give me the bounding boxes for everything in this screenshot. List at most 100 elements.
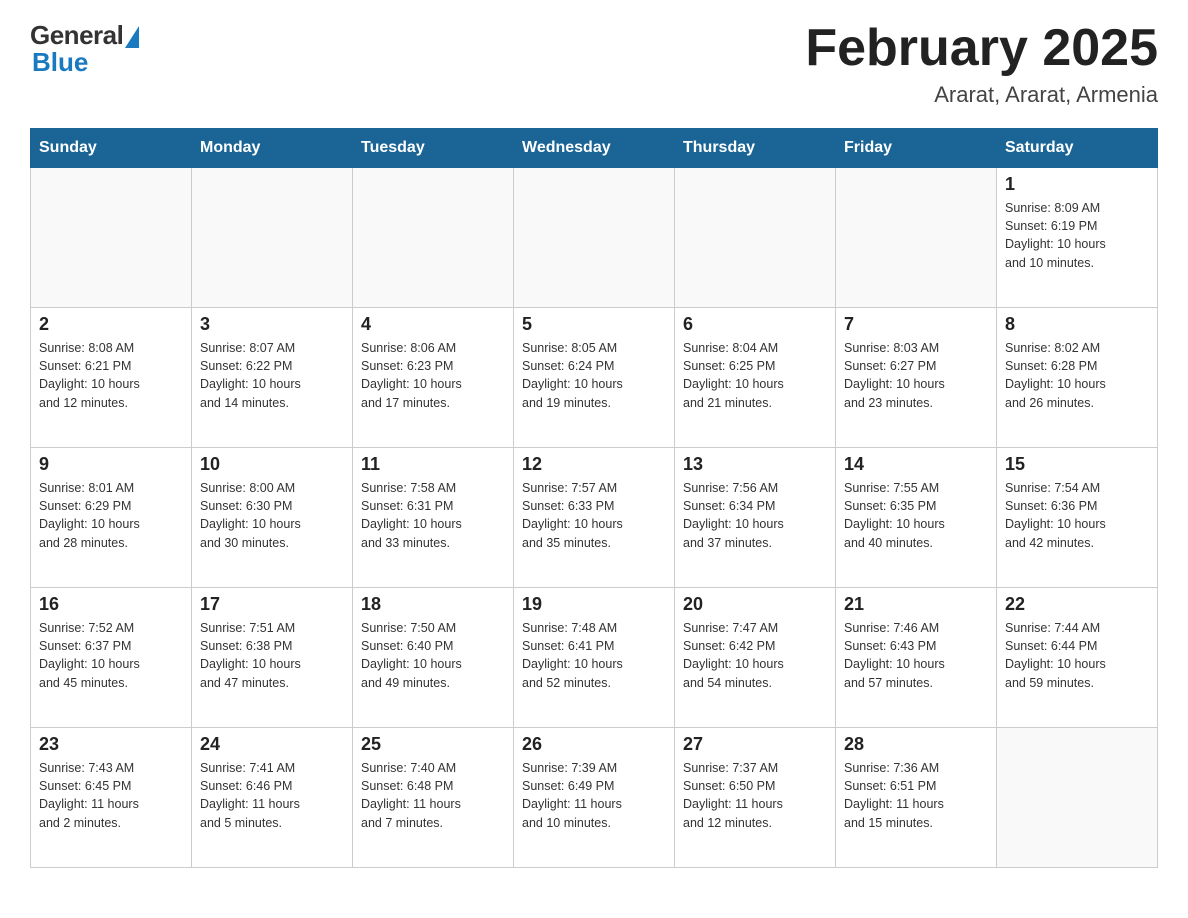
day-number: 6 [683, 314, 827, 335]
logo-triangle-icon [125, 26, 139, 48]
calendar-cell [836, 168, 997, 308]
calendar-cell: 12 Sunrise: 7:57 AM Sunset: 6:33 PM Dayli… [514, 448, 675, 588]
calendar-cell: 27 Sunrise: 7:37 AM Sunset: 6:50 PM Dayli… [675, 728, 836, 868]
calendar-cell: 17 Sunrise: 7:51 AM Sunset: 6:38 PM Dayli… [192, 588, 353, 728]
day-of-week-header: Tuesday [353, 129, 514, 168]
calendar-cell: 21Sunrise: 7:46 AM Sunset: 6:43 PM Dayli… [836, 588, 997, 728]
calendar-cell: 18Sunrise: 7:50 AM Sunset: 6:40 PM Dayli… [353, 588, 514, 728]
calendar-header: SundayMondayTuesdayWednesdayThursdayFrid… [31, 129, 1158, 168]
page-header: General Blue February 2025 Ararat, Arara… [30, 20, 1158, 108]
calendar-cell: 20 Sunrise: 7:47 AM Sunset: 6:42 PM Dayli… [675, 588, 836, 728]
day-info: Sunrise: 7:48 AM Sunset: 6:41 PM Dayligh… [522, 619, 666, 692]
calendar-cell [31, 168, 192, 308]
day-info: Sunrise: 7:43 AM Sunset: 6:45 PM Dayligh… [39, 759, 183, 832]
calendar-cell: 3 Sunrise: 8:07 AM Sunset: 6:22 PM Daylig… [192, 308, 353, 448]
day-info: Sunrise: 8:09 AM Sunset: 6:19 PM Dayligh… [1005, 199, 1149, 272]
calendar-cell: 26 Sunrise: 7:39 AM Sunset: 6:49 PM Dayli… [514, 728, 675, 868]
day-number: 22 [1005, 594, 1149, 615]
day-number: 23 [39, 734, 183, 755]
calendar-cell: 4 Sunrise: 8:06 AM Sunset: 6:23 PM Daylig… [353, 308, 514, 448]
calendar-cell [997, 728, 1158, 868]
day-number: 7 [844, 314, 988, 335]
day-number: 12 [522, 454, 666, 475]
day-number: 17 [200, 594, 344, 615]
calendar-cell: 6 Sunrise: 8:04 AM Sunset: 6:25 PM Daylig… [675, 308, 836, 448]
calendar-cell: 2 Sunrise: 8:08 AM Sunset: 6:21 PM Daylig… [31, 308, 192, 448]
day-info: Sunrise: 7:50 AM Sunset: 6:40 PM Dayligh… [361, 619, 505, 692]
day-number: 19 [522, 594, 666, 615]
days-of-week-row: SundayMondayTuesdayWednesdayThursdayFrid… [31, 129, 1158, 168]
day-number: 28 [844, 734, 988, 755]
day-number: 2 [39, 314, 183, 335]
calendar-cell: 9 Sunrise: 8:01 AM Sunset: 6:29 PM Daylig… [31, 448, 192, 588]
day-info: Sunrise: 8:00 AM Sunset: 6:30 PM Dayligh… [200, 479, 344, 552]
day-info: Sunrise: 7:47 AM Sunset: 6:42 PM Dayligh… [683, 619, 827, 692]
day-number: 25 [361, 734, 505, 755]
day-info: Sunrise: 7:57 AM Sunset: 6:33 PM Dayligh… [522, 479, 666, 552]
day-info: Sunrise: 7:39 AM Sunset: 6:49 PM Dayligh… [522, 759, 666, 832]
day-info: Sunrise: 7:40 AM Sunset: 6:48 PM Dayligh… [361, 759, 505, 832]
day-info: Sunrise: 8:08 AM Sunset: 6:21 PM Dayligh… [39, 339, 183, 412]
day-number: 1 [1005, 174, 1149, 195]
day-number: 9 [39, 454, 183, 475]
calendar-cell: 23 Sunrise: 7:43 AM Sunset: 6:45 PM Dayli… [31, 728, 192, 868]
day-number: 3 [200, 314, 344, 335]
calendar-cell: 5 Sunrise: 8:05 AM Sunset: 6:24 PM Daylig… [514, 308, 675, 448]
calendar-cell: 19 Sunrise: 7:48 AM Sunset: 6:41 PM Dayli… [514, 588, 675, 728]
calendar-cell: 25 Sunrise: 7:40 AM Sunset: 6:48 PM Dayli… [353, 728, 514, 868]
day-info: Sunrise: 7:36 AM Sunset: 6:51 PM Dayligh… [844, 759, 988, 832]
calendar-cell [353, 168, 514, 308]
day-info: Sunrise: 7:46 AM Sunset: 6:43 PM Dayligh… [844, 619, 988, 692]
logo: General Blue [30, 20, 139, 78]
day-number: 13 [683, 454, 827, 475]
day-number: 4 [361, 314, 505, 335]
day-number: 26 [522, 734, 666, 755]
calendar-cell: 7 Sunrise: 8:03 AM Sunset: 6:27 PM Daylig… [836, 308, 997, 448]
day-number: 8 [1005, 314, 1149, 335]
week-row: 23 Sunrise: 7:43 AM Sunset: 6:45 PM Dayli… [31, 728, 1158, 868]
calendar-cell: 13Sunrise: 7:56 AM Sunset: 6:34 PM Dayli… [675, 448, 836, 588]
month-title: February 2025 [805, 20, 1158, 77]
day-number: 14 [844, 454, 988, 475]
day-of-week-header: Wednesday [514, 129, 675, 168]
day-of-week-header: Monday [192, 129, 353, 168]
day-number: 16 [39, 594, 183, 615]
day-info: Sunrise: 8:05 AM Sunset: 6:24 PM Dayligh… [522, 339, 666, 412]
calendar-cell: 15Sunrise: 7:54 AM Sunset: 6:36 PM Dayli… [997, 448, 1158, 588]
calendar-cell: 24Sunrise: 7:41 AM Sunset: 6:46 PM Dayli… [192, 728, 353, 868]
calendar-cell: 28 Sunrise: 7:36 AM Sunset: 6:51 PM Dayli… [836, 728, 997, 868]
day-of-week-header: Friday [836, 129, 997, 168]
calendar-cell: 10Sunrise: 8:00 AM Sunset: 6:30 PM Dayli… [192, 448, 353, 588]
calendar-table: SundayMondayTuesdayWednesdayThursdayFrid… [30, 128, 1158, 868]
day-number: 15 [1005, 454, 1149, 475]
day-info: Sunrise: 8:01 AM Sunset: 6:29 PM Dayligh… [39, 479, 183, 552]
day-info: Sunrise: 7:55 AM Sunset: 6:35 PM Dayligh… [844, 479, 988, 552]
day-info: Sunrise: 8:02 AM Sunset: 6:28 PM Dayligh… [1005, 339, 1149, 412]
calendar-cell: 16 Sunrise: 7:52 AM Sunset: 6:37 PM Dayli… [31, 588, 192, 728]
day-info: Sunrise: 7:44 AM Sunset: 6:44 PM Dayligh… [1005, 619, 1149, 692]
week-row: 1 Sunrise: 8:09 AM Sunset: 6:19 PM Daylig… [31, 168, 1158, 308]
calendar-cell [514, 168, 675, 308]
day-info: Sunrise: 8:07 AM Sunset: 6:22 PM Dayligh… [200, 339, 344, 412]
calendar-cell [675, 168, 836, 308]
day-info: Sunrise: 7:51 AM Sunset: 6:38 PM Dayligh… [200, 619, 344, 692]
day-number: 20 [683, 594, 827, 615]
week-row: 16 Sunrise: 7:52 AM Sunset: 6:37 PM Dayli… [31, 588, 1158, 728]
day-info: Sunrise: 7:52 AM Sunset: 6:37 PM Dayligh… [39, 619, 183, 692]
calendar-cell [192, 168, 353, 308]
calendar-cell: 11Sunrise: 7:58 AM Sunset: 6:31 PM Dayli… [353, 448, 514, 588]
day-info: Sunrise: 8:06 AM Sunset: 6:23 PM Dayligh… [361, 339, 505, 412]
day-number: 27 [683, 734, 827, 755]
title-section: February 2025 Ararat, Ararat, Armenia [805, 20, 1158, 108]
calendar-cell: 14 Sunrise: 7:55 AM Sunset: 6:35 PM Dayli… [836, 448, 997, 588]
day-info: Sunrise: 8:04 AM Sunset: 6:25 PM Dayligh… [683, 339, 827, 412]
calendar-cell: 8 Sunrise: 8:02 AM Sunset: 6:28 PM Daylig… [997, 308, 1158, 448]
day-info: Sunrise: 7:37 AM Sunset: 6:50 PM Dayligh… [683, 759, 827, 832]
calendar-body: 1 Sunrise: 8:09 AM Sunset: 6:19 PM Daylig… [31, 168, 1158, 868]
day-number: 5 [522, 314, 666, 335]
logo-blue-text: Blue [30, 47, 88, 78]
week-row: 9 Sunrise: 8:01 AM Sunset: 6:29 PM Daylig… [31, 448, 1158, 588]
day-info: Sunrise: 8:03 AM Sunset: 6:27 PM Dayligh… [844, 339, 988, 412]
calendar-cell: 22 Sunrise: 7:44 AM Sunset: 6:44 PM Dayli… [997, 588, 1158, 728]
day-of-week-header: Sunday [31, 129, 192, 168]
